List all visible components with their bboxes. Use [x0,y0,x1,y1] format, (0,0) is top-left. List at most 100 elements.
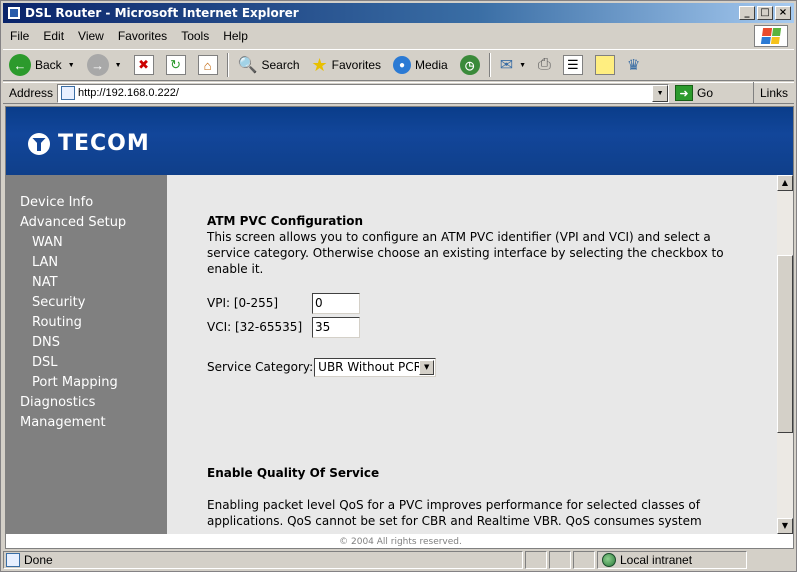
back-button[interactable]: ← Back ▼ [3,51,81,79]
security-zone: Local intranet [620,553,693,567]
menu-bar: File Edit View Favorites Tools Help [3,25,753,47]
forward-button[interactable]: → ▼ [81,51,128,79]
menu-help[interactable]: Help [216,29,255,43]
vci-label: VCI: [32-65535] [207,320,303,334]
service-category-label: Service Category: [207,360,314,374]
sidebar-item-wan[interactable]: WAN [6,233,167,253]
media-button[interactable]: ● Media [387,51,454,79]
back-arrow-icon: ← [9,54,31,76]
scroll-up-icon[interactable]: ▲ [777,175,793,191]
maximize-button[interactable]: □ [757,6,773,20]
qos-description: Enabling packet level QoS for a PVC impr… [207,498,702,528]
mail-button[interactable]: ✉ ▼ [494,51,532,79]
standard-toolbar: ← Back ▼ → ▼ ✖ ↻ ⌂ 🔍 Search ★ Favorites … [3,49,794,81]
chevron-down-icon[interactable]: ▼ [519,62,526,69]
toolbar-separator [488,53,491,77]
sidebar-item-device-info[interactable]: Device Info [6,193,167,213]
minimize-button[interactable]: _ [739,6,755,20]
status-bar: Done Local intranet [3,550,794,570]
section-description: This screen allows you to configure an A… [207,230,724,276]
print-button[interactable]: ⎙ [532,51,557,79]
edit-button[interactable]: ☰ [557,51,589,79]
address-label: Address [9,86,54,100]
print-icon: ⎙ [538,56,551,73]
sidebar-nav: Device Info Advanced Setup WAN LAN NAT S… [6,175,167,534]
chevron-down-icon[interactable]: ▼ [419,359,435,375]
chevron-down-icon[interactable]: ▼ [68,62,75,69]
window-title: DSL Router - Microsoft Internet Explorer [25,6,299,20]
mail-icon: ✉ [499,57,514,74]
links-toolbar[interactable]: Links [752,82,794,104]
close-button[interactable]: × [775,6,791,20]
security-zone-cell: Local intranet [597,551,747,569]
sidebar-item-dsl[interactable]: DSL [6,353,167,373]
header-banner: TECOM [6,107,793,175]
page-footer: © 2004 All rights reserved. [6,534,793,548]
vpi-input[interactable] [312,292,360,314]
vertical-scrollbar[interactable]: ▲ ▼ [777,175,793,534]
sidebar-item-port-mapping[interactable]: Port Mapping [6,373,167,393]
menu-favorites[interactable]: Favorites [111,29,174,43]
browser-window: DSL Router - Microsoft Internet Explorer… [0,0,797,572]
menu-edit[interactable]: Edit [36,29,71,43]
scroll-down-icon[interactable]: ▼ [777,518,793,534]
chevron-down-icon[interactable]: ▼ [652,84,669,102]
sidebar-item-nat[interactable]: NAT [6,273,167,293]
tecom-logo-icon [28,132,50,155]
title-bar: DSL Router - Microsoft Internet Explorer… [3,3,794,23]
address-url: http://192.168.0.222/ [78,87,179,99]
sidebar-item-dns[interactable]: DNS [6,333,167,353]
discuss-button[interactable] [589,51,621,79]
vpi-label: VPI: [0-255] [207,296,279,310]
chevron-down-icon[interactable]: ▼ [115,62,122,69]
sidebar-item-advanced-setup[interactable]: Advanced Setup [6,213,167,233]
messenger-button[interactable]: ♛ [621,51,646,79]
search-icon: 🔍 [237,57,258,74]
favorites-button[interactable]: ★ Favorites [306,51,388,79]
refresh-button[interactable]: ↻ [160,51,192,79]
sidebar-item-management[interactable]: Management [6,413,167,433]
edit-icon: ☰ [562,55,583,75]
logo-text: TECOM [58,131,150,156]
menu-file[interactable]: File [3,29,36,43]
vci-row: VCI: [32-65535] [207,315,747,339]
home-button[interactable]: ⌂ [192,51,224,79]
sidebar-item-routing[interactable]: Routing [6,313,167,333]
status-empty-cell [573,551,595,569]
page-viewport: TECOM Device Info Advanced Setup WAN LAN… [5,106,794,549]
history-button[interactable]: ◷ [454,51,486,79]
qos-title: Enable Quality Of Service [207,466,380,480]
status-text: Done [24,553,53,567]
menu-tools[interactable]: Tools [174,29,216,43]
scroll-thumb[interactable] [777,255,793,433]
tecom-logo: TECOM [28,131,150,156]
service-category-select[interactable]: UBR Without PCR ▼ [314,357,437,377]
media-label: Media [415,58,448,72]
messenger-icon: ♛ [626,57,641,74]
sidebar-item-diagnostics[interactable]: Diagnostics [6,393,167,413]
vci-input[interactable] [312,316,360,338]
stop-icon: ✖ [133,55,154,75]
go-button[interactable]: ➜ Go [675,85,713,101]
home-icon: ⌂ [197,55,218,75]
refresh-icon: ↻ [165,55,186,75]
back-label: Back [35,58,62,72]
resize-grip-icon[interactable] [749,551,765,569]
sidebar-item-security[interactable]: Security [6,293,167,313]
status-empty-cell [525,551,547,569]
stop-button[interactable]: ✖ [128,51,160,79]
sidebar-item-lan[interactable]: LAN [6,253,167,273]
status-empty-cell [549,551,571,569]
ie-page-icon [7,6,21,20]
address-bar: Address http://192.168.0.222/ ▼ ➜ Go Lin… [3,82,794,104]
address-input[interactable]: http://192.168.0.222/ ▼ [57,83,670,103]
status-text-cell: Done [3,551,523,569]
main-content: ATM PVC Configuration This screen allows… [167,175,777,534]
search-label: Search [261,58,300,72]
search-button[interactable]: 🔍 Search [232,51,306,79]
page-icon [61,86,76,100]
media-icon: ● [393,56,412,74]
menu-view[interactable]: View [71,29,111,43]
service-category-row: Service Category: UBR Without PCR ▼ [207,355,747,379]
go-label: Go [697,86,714,100]
